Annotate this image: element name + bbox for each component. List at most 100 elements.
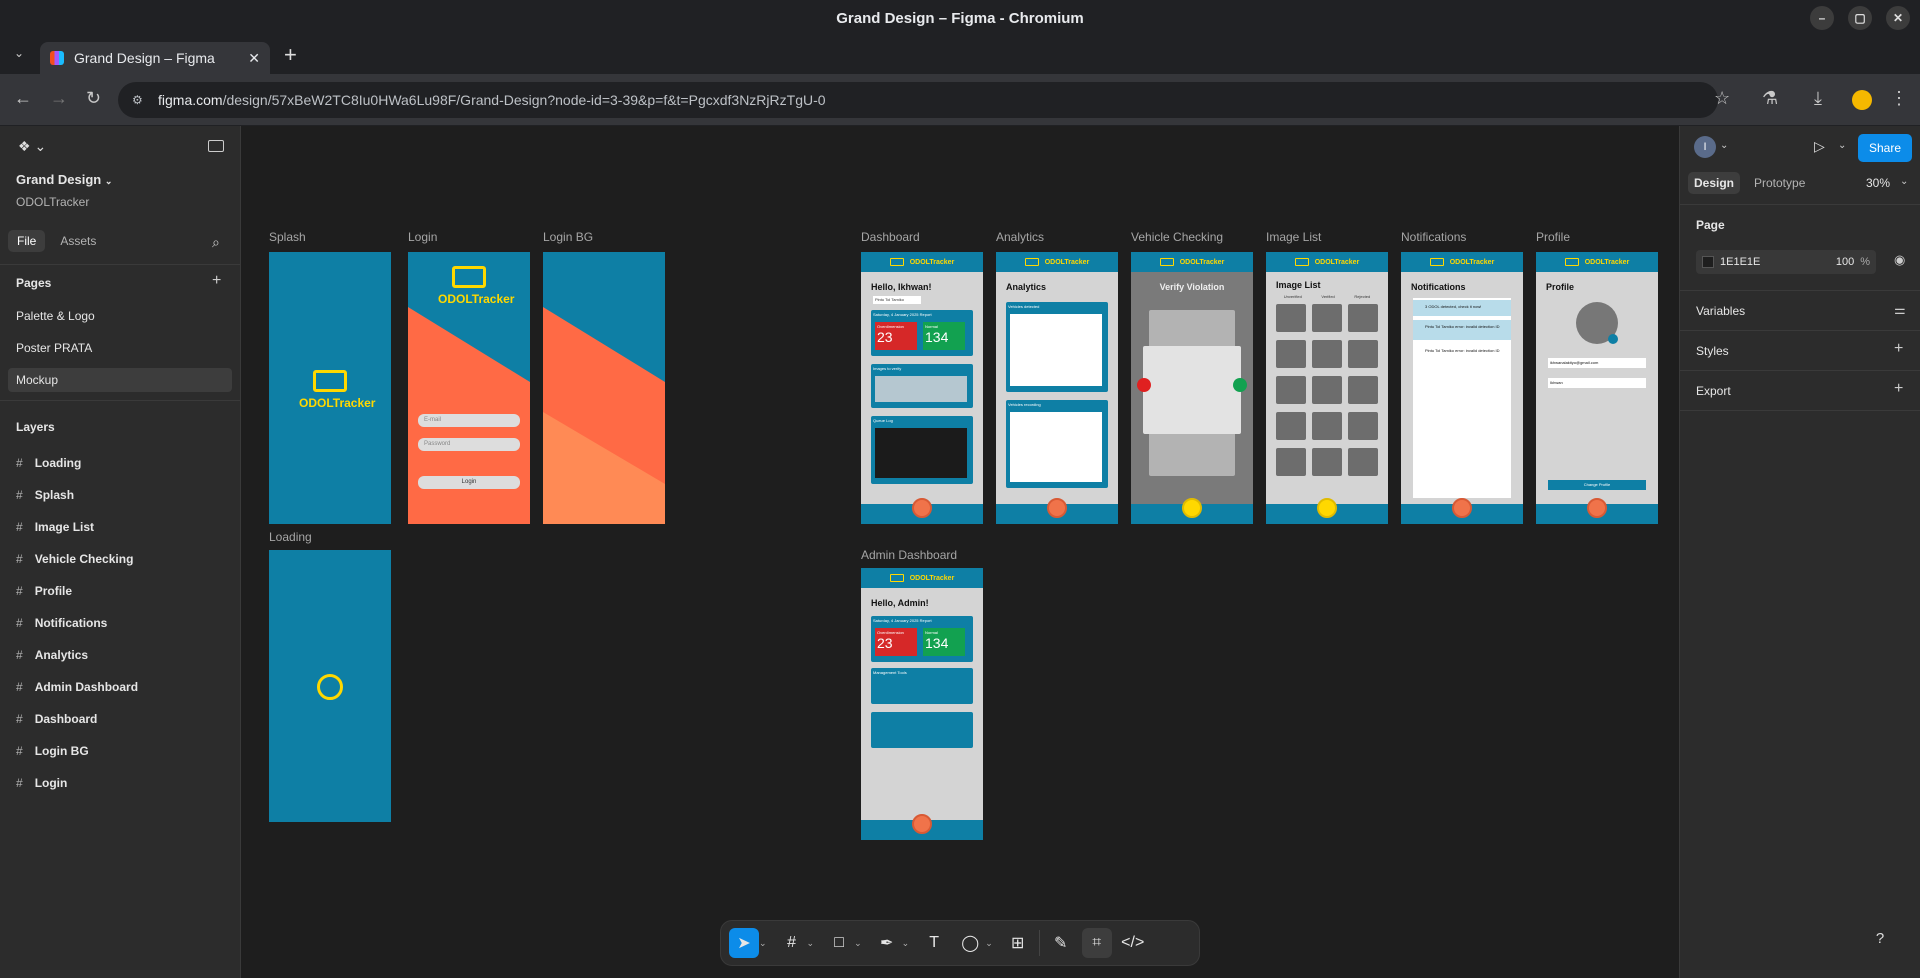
frame-login-bg[interactable] bbox=[543, 252, 665, 524]
layer-login-bg[interactable]: # Login BG bbox=[16, 744, 89, 758]
fab-button[interactable] bbox=[1452, 498, 1472, 518]
profile-email[interactable]: ikhwanalaktiyo@gmail.com bbox=[1548, 358, 1646, 368]
site-info-icon[interactable]: ⚙ bbox=[132, 93, 143, 107]
design-mode-icon[interactable]: ⌗ bbox=[1081, 928, 1112, 958]
labs-flask-icon[interactable]: ⚗ bbox=[1762, 88, 1778, 109]
page-item-palette[interactable]: Palette & Logo bbox=[8, 304, 232, 328]
toggle-sidebar-icon[interactable] bbox=[208, 140, 224, 152]
frame-analytics[interactable]: ODOLTracker Analytics Vehicles detected … bbox=[996, 252, 1118, 524]
frame-notifications[interactable]: ODOLTracker Notifications 3 ODOL detecte… bbox=[1401, 252, 1523, 524]
frame-chevron-icon[interactable]: ⌄ bbox=[807, 938, 815, 949]
design-canvas[interactable]: Splash ODOLTracker Login ODOLTracker E-m… bbox=[241, 126, 1679, 978]
fab-button[interactable] bbox=[1317, 498, 1337, 518]
text-tool-icon[interactable]: T bbox=[919, 928, 949, 958]
page-color-field[interactable]: 1E1E1E 100 % bbox=[1696, 250, 1876, 274]
user-avatar[interactable]: I bbox=[1694, 136, 1716, 158]
frame-splash[interactable]: ODOLTracker bbox=[269, 252, 391, 524]
move-chevron-icon[interactable]: ⌄ bbox=[759, 938, 767, 949]
close-icon[interactable]: ✕ bbox=[1886, 6, 1910, 30]
layer-profile[interactable]: # Profile bbox=[16, 584, 72, 598]
email-field[interactable]: E-mail bbox=[418, 414, 520, 427]
frame-dashboard[interactable]: ODOLTracker Hello, Ikhwan! Pintu Tol Tam… bbox=[861, 252, 983, 524]
change-profile-button[interactable]: Change Profile bbox=[1548, 480, 1646, 490]
layer-image-list[interactable]: # Image List bbox=[16, 520, 94, 534]
frame-label-analytics[interactable]: Analytics bbox=[996, 230, 1044, 244]
frame-vehicle-checking[interactable]: ODOLTracker Verify Violation bbox=[1131, 252, 1253, 524]
frame-login[interactable]: ODOLTracker E-mail Password Login bbox=[408, 252, 530, 524]
forward-icon[interactable]: → bbox=[50, 88, 68, 109]
frame-label-login-bg[interactable]: Login BG bbox=[543, 230, 593, 244]
shape-chevron-icon[interactable]: ⌄ bbox=[854, 938, 862, 949]
frame-label-splash[interactable]: Splash bbox=[269, 230, 306, 244]
layer-splash[interactable]: # Splash bbox=[16, 488, 74, 502]
frame-label-loading[interactable]: Loading bbox=[269, 530, 312, 544]
zoom-chevron-icon[interactable]: ⌄ bbox=[1900, 176, 1908, 187]
browser-tab[interactable]: Grand Design – Figma ✕ bbox=[40, 42, 270, 74]
frame-tool-icon[interactable]: # bbox=[777, 928, 807, 958]
approve-icon[interactable] bbox=[1233, 378, 1247, 392]
actions-tool-icon[interactable]: ⊞ bbox=[1003, 928, 1033, 958]
reload-icon[interactable]: ↻ bbox=[86, 88, 101, 109]
frame-label-imagelist[interactable]: Image List bbox=[1266, 230, 1321, 244]
tab-verified[interactable]: Verified bbox=[1321, 294, 1334, 299]
help-button[interactable]: ? bbox=[1864, 922, 1896, 954]
new-tab-button[interactable]: + bbox=[284, 42, 297, 68]
frame-profile[interactable]: ODOLTracker Profile ikhwanalaktiyo@gmail… bbox=[1536, 252, 1658, 524]
fab-button[interactable] bbox=[912, 498, 932, 518]
frame-label-dashboard[interactable]: Dashboard bbox=[861, 230, 920, 244]
browser-menu-icon[interactable]: ⋮ bbox=[1890, 88, 1908, 109]
fab-button[interactable] bbox=[1182, 498, 1202, 518]
login-button[interactable]: Login bbox=[418, 476, 520, 489]
styles-section-title[interactable]: Styles bbox=[1696, 344, 1729, 358]
tab-design[interactable]: Design bbox=[1688, 172, 1741, 194]
layer-dashboard[interactable]: # Dashboard bbox=[16, 712, 97, 726]
tab-close-icon[interactable]: ✕ bbox=[248, 50, 260, 67]
frame-label-login[interactable]: Login bbox=[408, 230, 437, 244]
layer-analytics[interactable]: # Analytics bbox=[16, 648, 88, 662]
notification-item[interactable]: Pintu Tol Tamiko error: invalid detectio… bbox=[1413, 344, 1511, 364]
rectangle-tool-icon[interactable]: □ bbox=[824, 928, 854, 958]
tab-list-chevron-icon[interactable]: ⌄ bbox=[14, 46, 24, 60]
figma-menu-icon[interactable]: ❖ ⌄ bbox=[18, 138, 46, 155]
frame-label-notifications[interactable]: Notifications bbox=[1401, 230, 1466, 244]
add-page-icon[interactable]: + bbox=[212, 272, 221, 290]
layer-vehicle-checking[interactable]: # Vehicle Checking bbox=[16, 552, 133, 566]
variables-settings-icon[interactable]: ⚌ bbox=[1894, 302, 1906, 318]
page-item-poster[interactable]: Poster PRATA bbox=[8, 336, 232, 360]
profile-name[interactable]: Ikhwan bbox=[1548, 378, 1646, 388]
maximize-icon[interactable]: ▢ bbox=[1848, 6, 1872, 30]
zoom-level[interactable]: 30% bbox=[1866, 176, 1890, 190]
search-icon[interactable]: ⌕ bbox=[212, 234, 220, 251]
tab-file[interactable]: File bbox=[8, 230, 46, 252]
pen-chevron-icon[interactable]: ⌄ bbox=[902, 938, 910, 949]
present-play-icon[interactable]: ▷ bbox=[1814, 138, 1825, 155]
bookmark-star-icon[interactable]: ☆ bbox=[1714, 88, 1730, 109]
notification-item[interactable]: 3 ODOL detected, check it now! bbox=[1413, 300, 1511, 316]
url-field[interactable]: ⚙ figma.com/design/57xBeW2TC8Iu0HWa6Lu98… bbox=[118, 82, 1718, 118]
draw-mode-icon[interactable]: ✎ bbox=[1046, 928, 1076, 958]
dev-mode-icon[interactable]: </> bbox=[1118, 928, 1148, 958]
password-field[interactable]: Password bbox=[418, 438, 520, 451]
frame-image-list[interactable]: ODOLTracker Image List Unverified Verifi… bbox=[1266, 252, 1388, 524]
layer-loading[interactable]: # Loading bbox=[16, 456, 81, 470]
tab-rejected[interactable]: Rejected bbox=[1354, 294, 1370, 299]
tab-assets[interactable]: Assets bbox=[51, 230, 105, 252]
frame-label-admin[interactable]: Admin Dashboard bbox=[861, 548, 957, 562]
comment-chevron-icon[interactable]: ⌄ bbox=[985, 938, 993, 949]
back-icon[interactable]: ← bbox=[14, 88, 32, 109]
visibility-eye-icon[interactable]: ◉ bbox=[1894, 252, 1905, 268]
export-section-title[interactable]: Export bbox=[1696, 384, 1731, 398]
page-item-mockup[interactable]: Mockup bbox=[8, 368, 232, 392]
pen-tool-icon[interactable]: ✒ bbox=[872, 928, 902, 958]
file-name[interactable]: Grand Design ⌄ bbox=[16, 172, 112, 187]
layer-admin-dashboard[interactable]: # Admin Dashboard bbox=[16, 680, 138, 694]
share-button[interactable]: Share bbox=[1858, 134, 1912, 162]
layer-login[interactable]: # Login bbox=[16, 776, 67, 790]
notification-item[interactable]: Pintu Tol Tamiko error: invalid detectio… bbox=[1413, 320, 1511, 340]
variables-section-title[interactable]: Variables bbox=[1696, 304, 1745, 318]
fab-button[interactable] bbox=[1047, 498, 1067, 518]
layer-notifications[interactable]: # Notifications bbox=[16, 616, 107, 630]
comment-tool-icon[interactable]: ◯ bbox=[955, 928, 985, 958]
toll-select[interactable]: Pintu Tol Tamiko bbox=[873, 296, 921, 304]
minimize-icon[interactable]: – bbox=[1810, 6, 1834, 30]
